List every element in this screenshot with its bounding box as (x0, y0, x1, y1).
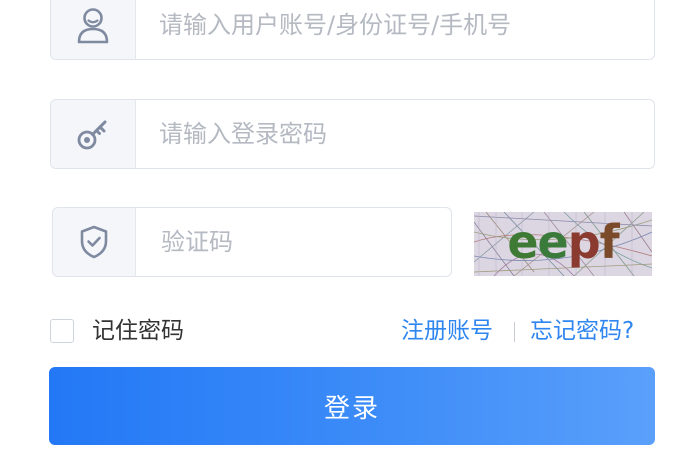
username-input[interactable] (159, 0, 654, 59)
captcha-image[interactable]: eepf (474, 212, 652, 276)
shield-check-icon (80, 225, 108, 259)
register-link[interactable]: 注册账号 (401, 316, 493, 346)
username-field[interactable] (50, 0, 655, 60)
user-icon-cell (51, 0, 136, 59)
link-divider (514, 322, 515, 342)
login-button[interactable]: 登录 (49, 367, 655, 445)
shield-icon-cell (53, 208, 136, 276)
forgot-password-link[interactable]: 忘记密码? (530, 316, 634, 346)
remember-label[interactable]: 记住密码 (92, 316, 184, 346)
remember-checkbox[interactable] (50, 319, 74, 343)
key-icon (77, 120, 107, 150)
password-input[interactable] (159, 100, 654, 168)
captcha-input[interactable] (161, 208, 451, 276)
user-icon (77, 8, 109, 44)
captcha-field[interactable] (52, 207, 452, 277)
captcha-noise (474, 212, 652, 276)
password-field[interactable] (50, 99, 655, 169)
key-icon-cell (51, 100, 136, 168)
